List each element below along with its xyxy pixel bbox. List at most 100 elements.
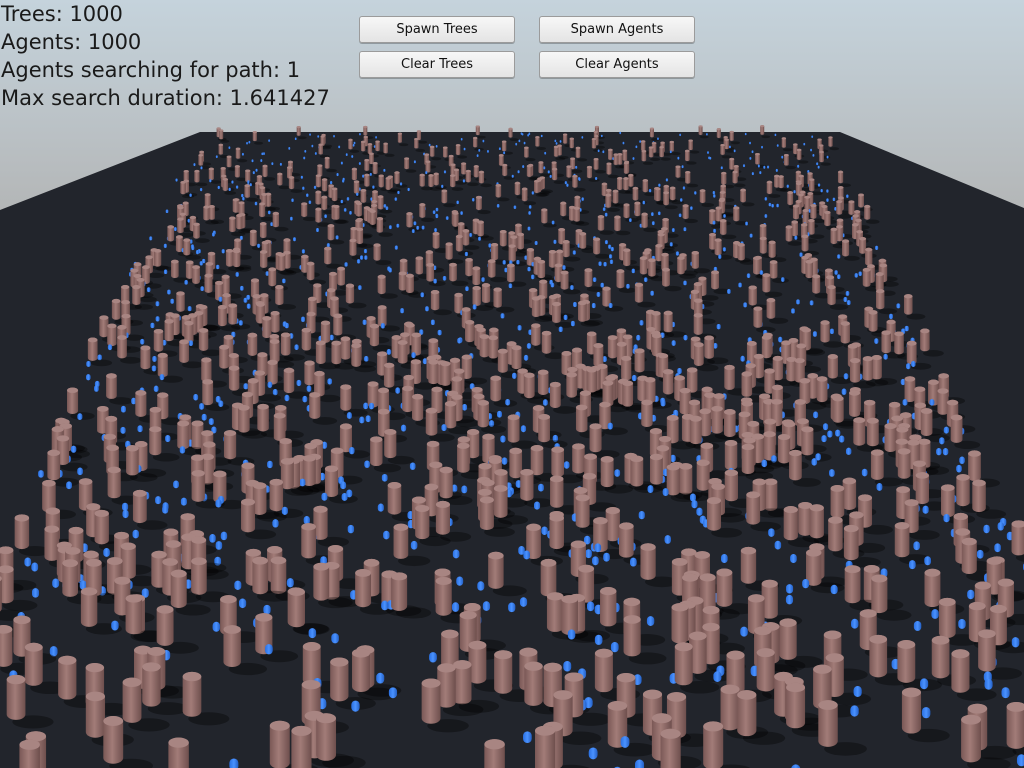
tree-shadow <box>844 255 860 261</box>
agent-capsule <box>526 343 532 349</box>
agent-capsule <box>802 578 810 589</box>
tree-top <box>488 551 504 560</box>
tree-top <box>202 379 214 385</box>
agent-capsule <box>286 578 294 588</box>
tree-top <box>532 405 545 411</box>
agent-capsule <box>77 467 83 476</box>
agent-capsule <box>254 201 258 206</box>
tree-top <box>162 558 178 566</box>
tree-shadow <box>433 309 452 316</box>
agent-capsule <box>607 422 613 430</box>
tree-top <box>551 446 565 453</box>
agent-capsule <box>554 139 557 143</box>
tree-top <box>444 400 457 407</box>
tree-top <box>208 167 214 171</box>
tree-shadow <box>575 221 590 226</box>
agent-capsule <box>594 634 603 645</box>
agent-capsule <box>229 758 239 768</box>
agent-capsule <box>503 151 506 155</box>
tree-top <box>838 314 848 319</box>
tree-top <box>145 255 153 260</box>
tree-top <box>296 126 301 129</box>
tree-top <box>205 261 214 266</box>
tree-top <box>351 167 357 171</box>
agent-capsule <box>817 165 820 169</box>
tree-top <box>269 478 284 486</box>
tree-top <box>614 215 621 219</box>
clear-trees-button[interactable]: Clear Trees <box>359 51 515 78</box>
tree-top <box>989 604 1007 614</box>
tree-top <box>268 267 277 272</box>
tree-shadow <box>253 141 264 145</box>
tree-shadow <box>378 232 393 237</box>
agent-capsule <box>184 279 188 285</box>
tree-top <box>575 229 583 233</box>
tree-top <box>330 657 349 667</box>
tree-top <box>13 615 31 625</box>
agent-capsule <box>936 448 942 456</box>
agent-capsule <box>751 150 754 154</box>
clear-agents-button[interactable]: Clear Agents <box>539 51 695 78</box>
tree-top <box>623 615 641 624</box>
tree-top <box>870 449 884 456</box>
tree-top <box>510 235 518 239</box>
agent-capsule <box>563 660 572 672</box>
tree-top <box>605 507 620 515</box>
tree-top <box>494 650 513 660</box>
agent-capsule <box>52 578 60 588</box>
tree-top <box>142 265 150 270</box>
tree-top <box>953 512 968 521</box>
tree-shadow <box>525 158 536 162</box>
tree-top <box>472 266 481 271</box>
agent-capsule <box>445 216 449 220</box>
tree-top <box>168 737 189 748</box>
tree-shadow <box>838 214 852 219</box>
tree-top <box>951 649 970 659</box>
tree-top <box>488 335 499 341</box>
agent-capsule <box>472 304 477 310</box>
tree-shadow <box>604 305 624 312</box>
tree-top <box>451 376 463 382</box>
tree-top <box>481 283 491 288</box>
agent-capsule <box>291 198 294 202</box>
tree-top <box>232 249 241 254</box>
agent-capsule <box>200 166 203 170</box>
tree-top <box>393 523 409 531</box>
tree-top <box>47 449 61 457</box>
agent-capsule <box>631 374 637 382</box>
agent-capsule <box>460 137 463 141</box>
tree-top <box>44 525 60 533</box>
tree-shadow <box>495 306 515 313</box>
tree-top <box>156 605 174 614</box>
game-viewport[interactable] <box>0 0 1024 768</box>
tree-top <box>183 238 191 242</box>
tree-top <box>507 414 520 421</box>
tree-top <box>830 227 838 232</box>
tree-top <box>866 417 879 424</box>
tree-top <box>842 239 850 243</box>
spawn-trees-button[interactable]: Spawn Trees <box>359 16 515 43</box>
agent-capsule <box>255 168 258 172</box>
tree-top <box>810 204 817 208</box>
tree-top <box>269 333 280 339</box>
agent-capsule <box>153 385 159 392</box>
tree-top <box>515 223 522 227</box>
tree-top <box>502 163 508 167</box>
agent-capsule <box>523 550 530 560</box>
agent-capsule <box>527 226 531 231</box>
tree-top <box>579 390 592 396</box>
agent-capsule <box>816 162 819 166</box>
agent-capsule <box>639 140 642 143</box>
agent-capsule <box>939 437 945 445</box>
tree-shadow <box>720 213 734 218</box>
tree-top <box>560 270 569 275</box>
agent-capsule <box>429 652 437 663</box>
spawn-agents-button[interactable]: Spawn Agents <box>539 16 695 43</box>
agent-capsule <box>874 338 879 344</box>
agent-capsule <box>399 182 403 186</box>
tree-top <box>247 332 258 338</box>
tree-top <box>554 263 563 268</box>
tree-top <box>688 399 701 406</box>
agent-capsule <box>764 197 768 201</box>
agent-capsule <box>359 132 361 136</box>
